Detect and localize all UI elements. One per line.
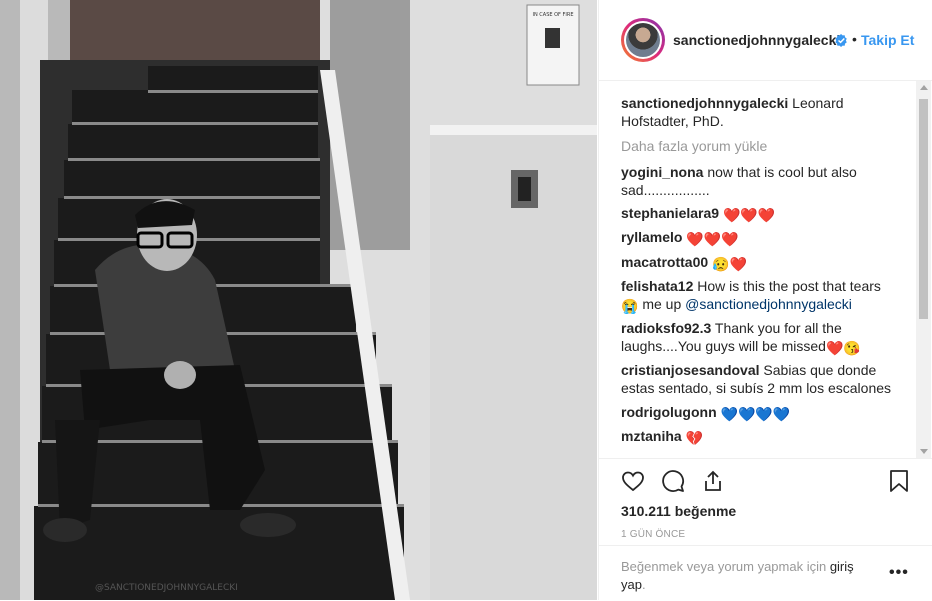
comment-username[interactable]: stephanielara9 xyxy=(621,205,719,221)
comment-item: radioksfo92.3 Thank you for all the laug… xyxy=(621,320,861,356)
comment-icon[interactable] xyxy=(661,469,685,493)
post-side-panel: sanctionedjohnnygalecki • Takip Et sanct… xyxy=(598,0,932,600)
comment-item: rodrigolugonn 💙💙💙💙 xyxy=(621,403,901,423)
comment-item: mztaniha 💔 xyxy=(621,427,901,447)
comment-username[interactable]: macatrotta00 xyxy=(621,254,708,270)
scrollbar-thumb[interactable] xyxy=(919,99,928,319)
likes-count[interactable]: 310.211 beğenme xyxy=(621,503,736,519)
post-header: sanctionedjohnnygalecki • Takip Et xyxy=(599,0,932,81)
bookmark-icon[interactable] xyxy=(887,469,911,493)
comment-item: cristianjosesandoval Sabias que donde es… xyxy=(621,362,892,396)
comment-item: stephanielara9 ❤️❤️❤️ xyxy=(621,204,901,224)
login-prompt: Beğenmek veya yorum yapmak için giriş ya… xyxy=(621,559,854,592)
photo-illustration: IN CASE OF FIRE @SANCTIONEDJOHNNYGALECKI xyxy=(0,0,597,600)
broken-heart-emoji-icon: 💔 xyxy=(685,430,704,446)
header-username[interactable]: sanctionedjohnnygalecki xyxy=(673,32,840,48)
load-more-comments-link[interactable]: Daha fazla yorum yükle xyxy=(621,137,901,155)
post-actions: 310.211 beğenme 1 GÜN ÖNCE xyxy=(599,458,932,551)
comment-item: yogini_nona now that is cool but also sa… xyxy=(621,163,901,199)
post-photo[interactable]: IN CASE OF FIRE @SANCTIONEDJOHNNYGALECKI xyxy=(0,0,597,600)
crying-emoji-icon: 😭 xyxy=(621,298,639,314)
comments-list[interactable]: sanctionedjohnnygalecki Leonard Hofstadt… xyxy=(599,81,932,458)
scroll-down-arrow-icon[interactable] xyxy=(920,449,928,454)
comment-username[interactable]: radioksfo92.3 xyxy=(621,320,711,336)
comment-username[interactable]: ryllamelo xyxy=(621,229,682,245)
comments-scrollbar[interactable] xyxy=(916,81,931,458)
comment-item: macatrotta00 😥❤️ xyxy=(621,253,901,273)
comment-item: felishata12 How is this the post that te… xyxy=(621,278,881,314)
verified-badge-icon xyxy=(835,34,847,47)
sad-heart-emoji-icon: 😥❤️ xyxy=(712,256,747,272)
sign-top-text: IN CASE OF FIRE xyxy=(532,12,573,18)
comment-username[interactable]: mztaniha xyxy=(621,428,682,444)
share-icon[interactable] xyxy=(701,469,725,493)
scroll-up-arrow-icon[interactable] xyxy=(920,85,928,90)
post-timestamp: 1 GÜN ÖNCE xyxy=(621,529,686,540)
heart-kiss-emoji-icon: ❤️😘 xyxy=(825,340,861,356)
caption-username[interactable]: sanctionedjohnnygalecki xyxy=(621,95,788,111)
photo-watermark: @SANCTIONEDJOHNNYGALECKI xyxy=(95,583,238,593)
follow-button[interactable]: Takip Et xyxy=(861,32,914,48)
more-options-icon[interactable]: ••• xyxy=(889,564,909,582)
caption: sanctionedjohnnygalecki Leonard Hofstadt… xyxy=(621,94,901,130)
hearts-emoji-icon: ❤️❤️❤️ xyxy=(722,207,776,223)
heart-icon[interactable] xyxy=(621,469,645,493)
comment-username[interactable]: cristianjosesandoval xyxy=(621,362,760,378)
header-separator-dot: • xyxy=(852,31,857,47)
comment-item: ryllamelo ❤️❤️❤️ xyxy=(621,228,901,248)
hearts-emoji-icon: ❤️❤️❤️ xyxy=(686,231,739,247)
comment-username[interactable]: yogini_nona xyxy=(621,164,703,180)
blue-hearts-emoji-icon: 💙💙💙💙 xyxy=(720,406,791,422)
post-footer: Beğenmek veya yorum yapmak için giriş ya… xyxy=(599,545,932,601)
comment-username[interactable]: rodrigolugonn xyxy=(621,404,717,420)
comment-username[interactable]: felishata12 xyxy=(621,278,693,294)
mention-link[interactable]: @sanctionedjohnnygalecki xyxy=(685,296,852,312)
avatar[interactable] xyxy=(621,18,665,62)
